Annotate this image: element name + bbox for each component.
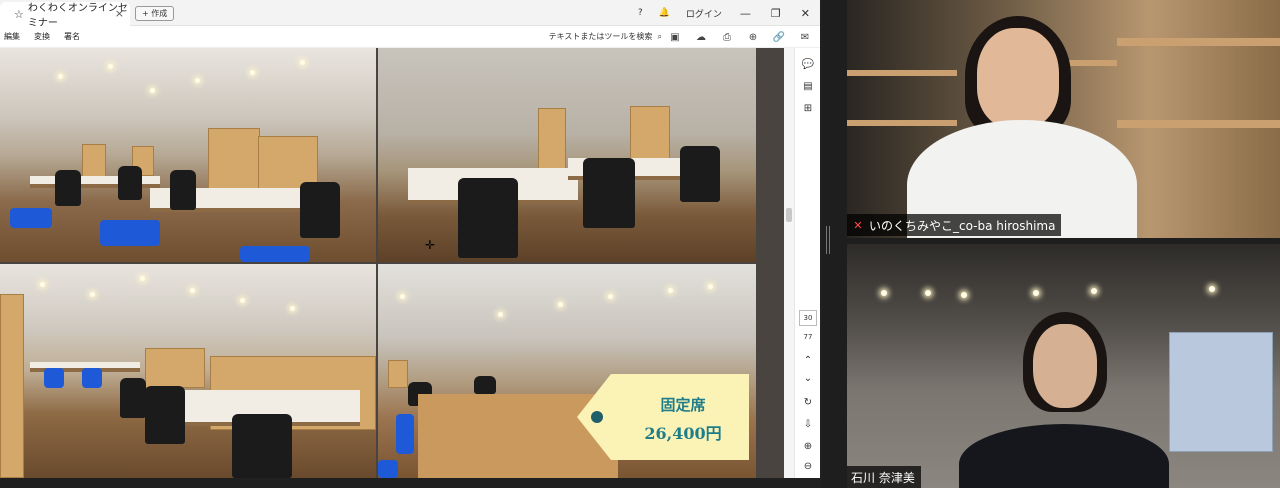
zoom-out-icon[interactable]: ⊖ [799, 458, 817, 474]
help-icon[interactable]: ? [638, 8, 643, 18]
menu-bar: 編集 変換 署名 テキストまたはツールを検索 ⌕ ▣ ☁ ⎙ ⊕ 🔗 ✉ [0, 26, 820, 48]
minimize-icon[interactable]: — [740, 7, 751, 20]
crosshair-cursor-icon: ✛ [425, 238, 436, 252]
chevron-up-icon[interactable]: ⌃ [799, 352, 817, 368]
restore-icon[interactable]: ❐ [771, 7, 781, 20]
price-tag-label: 固定席 [660, 396, 706, 414]
titlebar-controls: ? 🔔 ログイン — ❐ ✕ [630, 0, 820, 26]
video-tile-1[interactable]: ✕ いのくちみやこ_co-ba hiroshima [847, 0, 1280, 238]
star-icon[interactable]: ☆ [14, 8, 24, 21]
price-tag: 固定席 26,400円 [577, 372, 749, 462]
cloud-upload-icon[interactable]: ☁ [692, 29, 710, 45]
price-tag-price: 26,400円 [644, 424, 722, 443]
menu-item-sign[interactable]: 署名 [64, 31, 80, 42]
video-tile-2[interactable]: 石川 奈津美 [847, 244, 1280, 488]
tab-bar: ☆ わくわくオンラインセミナー × + 作成 ? 🔔 ログイン — ❐ ✕ [0, 0, 820, 29]
office-photo-2 [378, 48, 756, 262]
menu-item-edit[interactable]: 編集 [4, 31, 20, 42]
toolbar-icons: ▣ ☁ ⎙ ⊕ 🔗 ✉ [658, 29, 814, 45]
chevron-down-icon[interactable]: ⌄ [799, 370, 817, 386]
save-page-icon[interactable]: ⇩ [799, 416, 817, 432]
wall-map [1169, 332, 1273, 452]
mic-muted-icon: ✕ [853, 218, 863, 232]
total-pages-label: 77 [803, 333, 813, 341]
tab-close-icon[interactable]: × [115, 7, 124, 20]
bell-icon[interactable]: 🔔 [659, 8, 670, 18]
document-tab[interactable]: ☆ わくわくオンラインセミナー × [0, 2, 130, 29]
shared-screen: ☆ わくわくオンラインセミナー × + 作成 ? 🔔 ログイン — ❐ ✕ 編集… [0, 0, 822, 488]
login-button[interactable]: ログイン [686, 7, 722, 20]
participant-1-face [977, 28, 1059, 128]
participant-2-body [959, 424, 1169, 488]
scrollbar-thumb[interactable] [786, 208, 792, 222]
bookmark-icon[interactable]: ▤ [799, 78, 817, 94]
participant-1-name: いのくちみやこ_co-ba hiroshima [869, 218, 1056, 233]
refresh-icon[interactable]: ↻ [799, 394, 817, 410]
zoom-in-icon[interactable]: ⊕ [799, 438, 817, 454]
participant-1-nametag: ✕ いのくちみやこ_co-ba hiroshima [847, 214, 1062, 236]
save-icon[interactable]: ▣ [666, 29, 684, 45]
thumbnails-icon[interactable]: ⊞ [799, 100, 817, 116]
comment-icon[interactable]: 💬 [799, 56, 817, 72]
right-tools-panel: 💬 ▤ ⊞ 30 77 ⌃ ⌄ ↻ ⇩ ⊕ ⊖ [794, 48, 820, 478]
participant-2-face [1033, 324, 1097, 408]
link-icon[interactable]: 🔗 [770, 29, 788, 45]
new-tab-button[interactable]: + 作成 [135, 6, 175, 21]
search-tools-field[interactable]: テキストまたはツールを検索 ⌕ [549, 31, 662, 42]
share-icon[interactable]: ⊕ [744, 29, 762, 45]
office-photo-3 [0, 264, 376, 478]
print-icon[interactable]: ⎙ [718, 29, 736, 45]
mail-icon[interactable]: ✉ [796, 29, 814, 45]
close-window-icon[interactable]: ✕ [801, 7, 810, 20]
acrobat-window: ☆ わくわくオンラインセミナー × + 作成 ? 🔔 ログイン — ❐ ✕ 編集… [0, 0, 820, 478]
participant-2-nametag: 石川 奈津美 [847, 466, 921, 488]
split-divider-handle[interactable] [826, 226, 830, 254]
participant-2-name: 石川 奈津美 [851, 470, 915, 485]
office-photo-1 [0, 48, 376, 262]
vertical-scrollbar[interactable] [784, 48, 794, 478]
price-tag-shape [577, 374, 749, 460]
current-page-field[interactable]: 30 [799, 310, 817, 326]
search-tools-label: テキストまたはツールを検索 [548, 32, 653, 41]
menu-item-convert[interactable]: 変換 [34, 31, 50, 42]
